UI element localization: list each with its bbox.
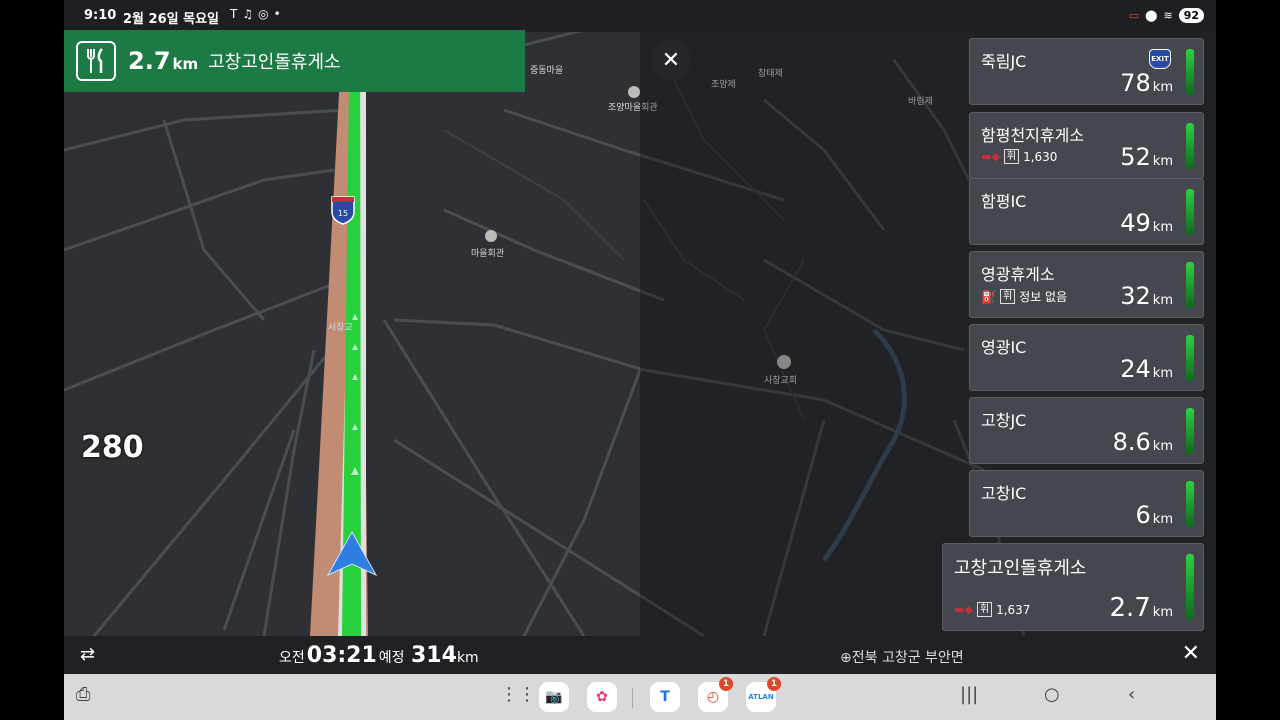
- letterbox-left: [0, 0, 64, 720]
- svg-text:마을회관: 마을회관: [471, 248, 504, 259]
- highway-item-4[interactable]: 영광휴게소 ⛽ 휘 정보 없음 32 km: [969, 251, 1204, 318]
- highway-item-distance: 78 km: [1120, 69, 1173, 97]
- crosshair-icon: ⊕: [840, 650, 852, 666]
- status-bar: 9:10 2월 26일 목요일 T ♫ ◎ • ▭ ⬤ ≋ 92: [64, 0, 1216, 32]
- system-nav-bar: ⎙ ⋮⋮ 📷 ✿ T ◴ 1 ATLAN 1 ||| ○ ‹: [64, 674, 1216, 720]
- guidance-banner[interactable]: 2.7 km 고창고인돌휴게소: [64, 30, 525, 92]
- compass-notification-icon: ◎: [258, 7, 269, 21]
- gas-station-icon: ▬◆: [954, 603, 973, 616]
- highway-item-6[interactable]: 고창JC 8.6 km: [969, 397, 1204, 464]
- cast-icon: ▭: [1128, 9, 1140, 22]
- trip-info-bar: ⇄ 오전 03:21 예정 314km ⊕전북 고창군 부안면 ✕: [64, 636, 1216, 674]
- exit-icon: EXIT: [1149, 49, 1171, 69]
- highway-item-7[interactable]: 고창IC 6 km: [969, 470, 1204, 537]
- highway-item-distance: 2.7 km: [1109, 593, 1173, 623]
- highway-item-5[interactable]: 영광IC 24 km: [969, 324, 1204, 391]
- highway-item-1[interactable]: 죽림JC EXIT 78 km: [969, 38, 1204, 105]
- recents-button[interactable]: |||: [960, 684, 978, 705]
- status-system-icons: ▭ ⬤ ≋ 92: [1129, 8, 1204, 23]
- highway-item-distance: 6 km: [1135, 501, 1173, 529]
- current-location: ⊕전북 고창군 부안면: [840, 650, 964, 666]
- status-date: 2월 26일 목요일: [123, 12, 219, 27]
- location-icon: ⬤: [1145, 9, 1158, 22]
- home-button[interactable]: ○: [1044, 684, 1060, 705]
- highway-item-distance: 24 km: [1120, 355, 1173, 383]
- highway-item-name: 고창고인돌휴게소: [954, 558, 1087, 579]
- highway-item-distance: 8.6 km: [1112, 428, 1173, 456]
- guidance-distance: 2.7 km: [128, 47, 199, 75]
- svg-text:중동마을: 중동마을: [530, 65, 563, 76]
- more-notifications-icon: •: [273, 7, 281, 21]
- repeat-icon[interactable]: ⇄: [80, 644, 95, 665]
- highway-item-2[interactable]: 함평천지휴게소 ▬◆ 휘 1,630 52 km: [969, 112, 1204, 179]
- gallery-app-icon[interactable]: ✿: [587, 682, 617, 712]
- highway-item-8[interactable]: 고창고인돌휴게소 ▬◆ 휘 1,637 2.7 km: [942, 543, 1204, 631]
- tmap-notification-icon: T: [230, 7, 238, 21]
- highway-item-name: 영광휴게소: [981, 265, 1055, 284]
- media-notification-icon: ♫: [242, 7, 254, 21]
- close-route-button[interactable]: ✕: [1182, 641, 1200, 666]
- dock-divider: [632, 688, 633, 708]
- rest-area-info: ⛽ 휘 정보 없음: [981, 289, 1068, 304]
- progress-bar-icon: [1186, 554, 1194, 620]
- fuel-tag-icon: 휘: [976, 602, 993, 617]
- highway-item-name: 고창IC: [981, 484, 1027, 503]
- highway-item-name: 함평천지휴게소: [981, 126, 1085, 145]
- rest-area-info: ▬◆ 휘 1,637: [954, 602, 1031, 617]
- fuel-tag-icon: 휘: [999, 289, 1016, 304]
- progress-bar-icon: [1186, 262, 1194, 308]
- highway-item-name: 고창JC: [981, 411, 1027, 430]
- speed-display: 280: [81, 430, 144, 465]
- highway-item-name: 함평IC: [981, 192, 1027, 211]
- close-button[interactable]: ✕: [651, 40, 691, 80]
- app-drawer-icon[interactable]: ⋮⋮: [500, 684, 536, 705]
- gas-station-icon: ▬◆: [981, 150, 1000, 163]
- remaining-distance: 314km: [411, 643, 479, 668]
- wifi-icon: ≋: [1163, 9, 1173, 22]
- highway-item-name: 영광IC: [981, 338, 1027, 357]
- screenshot-icon[interactable]: ⎙: [76, 684, 90, 705]
- svg-text:사창교: 사창교: [328, 322, 353, 333]
- rest-area-info: ▬◆ 휘 1,630: [981, 149, 1058, 164]
- route-shield-15: 15: [331, 196, 355, 225]
- progress-bar-icon: [1186, 189, 1194, 235]
- svg-text:15: 15: [338, 209, 348, 218]
- progress-bar-icon: [1186, 408, 1194, 454]
- highway-item-distance: 52 km: [1120, 143, 1173, 171]
- fuel-tag-icon: 휘: [1003, 149, 1020, 164]
- progress-bar-icon: [1186, 123, 1194, 169]
- status-notification-icons: T ♫ ◎ •: [230, 7, 281, 21]
- highway-item-3[interactable]: 함평IC 49 km: [969, 178, 1204, 245]
- progress-bar-icon: [1186, 335, 1194, 381]
- tmap-app-icon[interactable]: T: [650, 682, 680, 712]
- progress-bar-icon: [1186, 49, 1194, 95]
- restaurant-icon: [76, 41, 116, 81]
- speed-app-icon[interactable]: ◴ 1: [698, 677, 733, 712]
- navigation-screen: 15 백운제 중동마을 조양제 참태제 조양마을회관 바림제 마을회관 사창교 …: [64, 0, 1216, 720]
- back-button[interactable]: ‹: [1128, 684, 1135, 705]
- guidance-place-name: 고창고인돌휴게소: [208, 52, 341, 73]
- arrival-time: 오전 03:21 예정: [279, 643, 405, 668]
- atlan-app-icon[interactable]: ATLAN 1: [746, 677, 781, 712]
- battery-indicator: 92: [1178, 8, 1204, 23]
- fuel-pump-icon: ⛽: [981, 289, 996, 304]
- letterbox-right: [1216, 0, 1280, 720]
- highway-item-distance: 32 km: [1120, 282, 1173, 310]
- progress-bar-icon: [1186, 481, 1194, 527]
- camera-app-icon[interactable]: 📷: [539, 682, 569, 712]
- highway-item-distance: 49 km: [1120, 209, 1173, 237]
- highway-item-name: 죽림JC: [981, 52, 1027, 71]
- status-time: 9:10: [84, 8, 117, 23]
